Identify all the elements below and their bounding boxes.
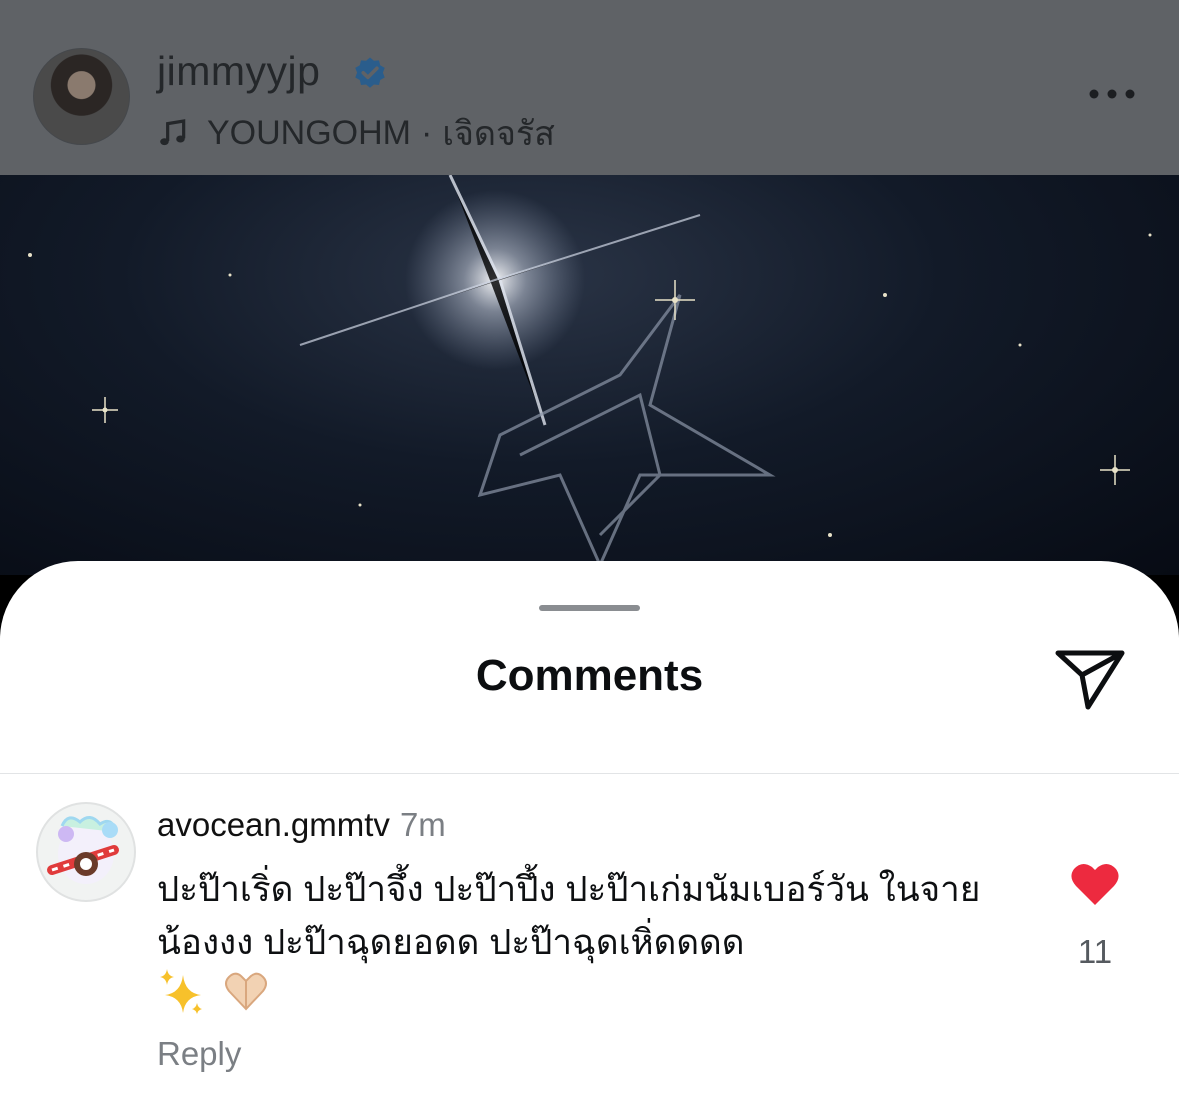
- media-artwork: [28, 175, 1152, 569]
- sparkles-icon: [160, 969, 202, 1014]
- comment-header: avocean.gmmtv 7m: [157, 806, 446, 844]
- more-options-icon[interactable]: [1088, 88, 1136, 100]
- post-header: jimmyyjp YOUNGOHM · เจิดจรัส: [0, 0, 1179, 175]
- heart-hands-icon: [225, 972, 267, 1011]
- comments-sheet: Comments avocean.gmmtv 7m ปะป๊าเริ่ด ปะป๊…: [0, 561, 1179, 1095]
- comment-time: 7m: [399, 806, 446, 843]
- mascot-avatar-image: [47, 816, 119, 884]
- like-count: 11: [1077, 933, 1113, 970]
- sheet-title: Comments: [475, 651, 704, 700]
- commenter-username[interactable]: avocean.gmmtv: [157, 806, 390, 843]
- verified-badge-icon: [355, 57, 385, 88]
- share-icon[interactable]: [1054, 645, 1126, 711]
- sheet-grabber[interactable]: [539, 605, 640, 611]
- music-title: เจิดจรัส: [442, 115, 555, 153]
- commenter-avatar[interactable]: [36, 802, 136, 902]
- heart-icon[interactable]: [1070, 861, 1120, 907]
- author-username[interactable]: jimmyyjp: [157, 48, 320, 95]
- author-avatar[interactable]: [33, 48, 130, 145]
- music-note-icon: [160, 119, 186, 146]
- reply-button[interactable]: Reply: [157, 1035, 241, 1073]
- comment-text: ปะป๊าเริ่ด ปะป๊าจึ้ง ปะป๊าปึ้ง ปะป๊าเก่ม…: [157, 870, 981, 962]
- comment-emojis: [157, 967, 271, 1015]
- post-media[interactable]: [0, 175, 1179, 575]
- music-artist: YOUNGOHM: [207, 113, 411, 152]
- sheet-divider: [0, 773, 1179, 774]
- music-separator: ·: [421, 113, 433, 152]
- music-info[interactable]: YOUNGOHM · เจิดจรัส: [157, 106, 555, 160]
